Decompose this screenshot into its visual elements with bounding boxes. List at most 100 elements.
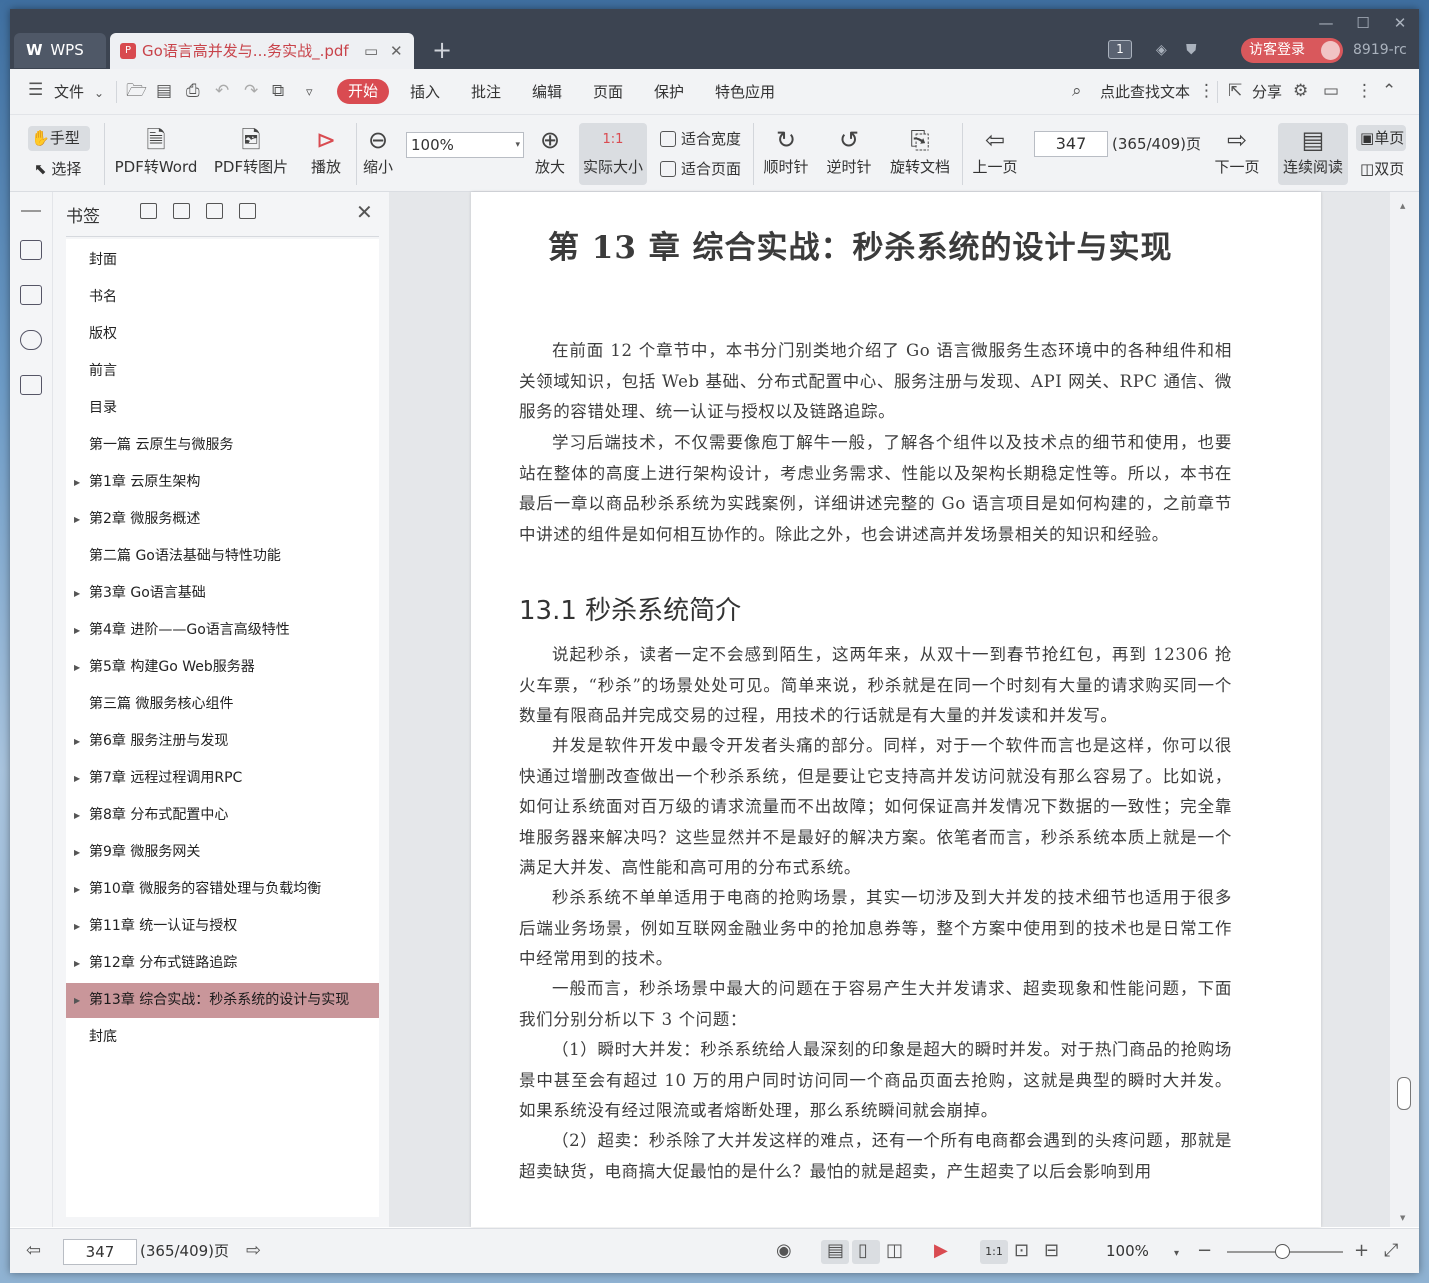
previous-page-icon[interactable]: ⇦: [26, 1240, 41, 1262]
play-slideshow-icon[interactable]: ▶: [934, 1240, 948, 1262]
comment-icon[interactable]: ▭: [1323, 81, 1339, 101]
menu-special[interactable]: 特色应用: [715, 82, 775, 102]
fit-width-button[interactable]: 适合宽度: [660, 129, 741, 149]
zoom-out-button[interactable]: ⊖ 缩小: [360, 123, 396, 177]
menu-page[interactable]: 页面: [593, 82, 623, 102]
expand-arrow-icon[interactable]: ▶: [74, 946, 80, 981]
expand-all-icon[interactable]: [140, 203, 157, 219]
fullscreen-icon[interactable]: ⤢: [1384, 1240, 1398, 1262]
save-icon[interactable]: ▤: [156, 81, 172, 101]
hand-tool-button[interactable]: ✋手型: [28, 126, 90, 151]
expand-arrow-icon[interactable]: ▶: [74, 502, 80, 537]
bookmark-item[interactable]: 封底: [66, 1020, 379, 1055]
collapse-ribbon-icon[interactable]: ⌃: [1382, 81, 1396, 101]
skin-icon[interactable]: ◈: [1156, 39, 1167, 61]
fit-width-status-icon[interactable]: ⊟: [1044, 1240, 1059, 1262]
bookmark-item[interactable]: 第二篇 Go语法基础与特性功能: [66, 539, 379, 574]
continuous-reading-button[interactable]: ▤ 连续阅读: [1278, 123, 1348, 185]
expand-arrow-icon[interactable]: ▶: [74, 761, 80, 796]
bookmark-item[interactable]: ▶ 第4章 进阶——Go语言高级特性: [66, 613, 379, 648]
expand-arrow-icon[interactable]: ▶: [74, 798, 80, 833]
bookmark-item[interactable]: 第一篇 云原生与微服务: [66, 428, 379, 463]
bookmark-item[interactable]: ▶ 第5章 构建Go Web服务器: [66, 650, 379, 685]
search-text-button[interactable]: 点此查找文本: [1100, 82, 1190, 102]
expand-arrow-icon[interactable]: ▶: [74, 724, 80, 759]
double-page-view-icon[interactable]: ◫: [886, 1240, 903, 1262]
collapse-all-icon[interactable]: [173, 203, 190, 219]
open-folder-icon[interactable]: 🗁: [126, 81, 147, 101]
bookmark-item[interactable]: 书名: [66, 280, 379, 315]
expand-arrow-icon[interactable]: ▶: [74, 465, 80, 500]
bookmark-item[interactable]: ▶ 第11章 统一认证与授权: [66, 909, 379, 944]
chevron-down-icon[interactable]: ⌄: [94, 83, 104, 103]
scroll-down-icon[interactable]: ▼: [1400, 1214, 1405, 1222]
undo-icon[interactable]: ↶: [215, 81, 229, 101]
more-dropdown-icon[interactable]: ▿: [306, 83, 313, 103]
bookmark-item[interactable]: ▶ 第13章 综合实战：秒杀系统的设计与实现: [66, 983, 379, 1018]
maximize-button[interactable]: ☐: [1346, 12, 1380, 34]
new-tab-button[interactable]: +: [432, 37, 452, 63]
bookmark-item[interactable]: ▶ 第2章 微服务概述: [66, 502, 379, 537]
redo-icon[interactable]: ↷: [244, 81, 258, 101]
document-viewport[interactable]: 第 13 章 综合实战：秒杀系统的设计与实现 在前面 12 个章节中，本书分门别…: [389, 192, 1419, 1227]
bookmark-item[interactable]: 前言: [66, 354, 379, 389]
bookmark-item[interactable]: 目录: [66, 391, 379, 426]
expand-arrow-icon[interactable]: ▶: [74, 835, 80, 870]
zoom-slider-knob[interactable]: [1275, 1244, 1290, 1259]
tab-monitor-icon[interactable]: ▭: [364, 33, 378, 69]
scroll-up-icon[interactable]: ▲: [1400, 202, 1405, 210]
settings-gear-icon[interactable]: ⚙: [1293, 81, 1308, 101]
next-page-icon[interactable]: ⇨: [246, 1240, 261, 1262]
vertical-scrollbar[interactable]: ▲ ▼: [1390, 192, 1419, 1227]
tab-wps-home[interactable]: W WPS: [14, 33, 106, 68]
zoom-dropdown-icon[interactable]: ▾: [1174, 1243, 1179, 1265]
share-icon[interactable]: ⇱: [1228, 81, 1242, 101]
next-page-button[interactable]: ⇨ 下一页: [1210, 123, 1264, 177]
search-icon[interactable]: ⌕: [1072, 81, 1082, 101]
bookmark-item[interactable]: ▶ 第8章 分布式配置中心: [66, 798, 379, 833]
tab-close-icon[interactable]: ✕: [390, 33, 403, 69]
bookmark-item[interactable]: ▶ 第1章 云原生架构: [66, 465, 379, 500]
minimize-button[interactable]: —: [1309, 12, 1343, 34]
bookmark-item[interactable]: ▶ 第3章 Go语言基础: [66, 576, 379, 611]
rotate-clockwise-button[interactable]: ↻ 顺时针: [760, 123, 812, 177]
bookmark-list-icon[interactable]: [20, 240, 42, 260]
scrollbar-thumb[interactable]: [1397, 1077, 1411, 1110]
fit-page-button[interactable]: 适合页面: [660, 159, 741, 179]
hamburger-icon[interactable]: ☰: [28, 80, 43, 100]
close-panel-icon[interactable]: ✕: [356, 200, 373, 224]
login-button[interactable]: 访客登录: [1241, 38, 1343, 63]
menu-file[interactable]: 文件: [54, 82, 84, 102]
expand-arrow-icon[interactable]: ▶: [74, 576, 80, 611]
expand-arrow-icon[interactable]: ▶: [74, 872, 80, 907]
bookmark-item[interactable]: 第三篇 微服务核心组件: [66, 687, 379, 722]
pdf-to-image-button[interactable]: 🖻 PDF转图片: [210, 123, 292, 177]
menu-insert[interactable]: 插入: [410, 82, 440, 102]
expand-arrow-icon[interactable]: ▶: [74, 613, 80, 648]
signature-icon[interactable]: [20, 375, 42, 395]
more-icon[interactable]: ⋮: [1356, 81, 1373, 101]
bookmark-item[interactable]: ▶ 第10章 微服务的容错处理与负载均衡: [66, 872, 379, 907]
zoom-select[interactable]: 100% ▾: [406, 132, 524, 158]
menu-protect[interactable]: 保护: [654, 82, 684, 102]
tab-document[interactable]: P Go语言高并发与...务实战_.pdf ▭ ✕: [110, 33, 414, 69]
single-page-button[interactable]: ▣单页: [1356, 125, 1406, 151]
annotation-icon[interactable]: [20, 330, 42, 350]
rotate-document-button[interactable]: ⎘ 旋转文档: [886, 123, 954, 177]
kebab-icon[interactable]: ⋮: [1198, 81, 1215, 101]
close-window-button[interactable]: ✕: [1383, 12, 1417, 34]
play-button[interactable]: ⊳ 播放: [304, 123, 348, 177]
menu-edit[interactable]: 编辑: [532, 82, 562, 102]
export-icon[interactable]: ⧉: [272, 81, 284, 101]
previous-page-button[interactable]: ⇦ 上一页: [968, 123, 1022, 177]
actual-size-button[interactable]: 1:1 实际大小: [579, 123, 647, 185]
shirt-icon[interactable]: ⛊: [1186, 39, 1197, 61]
thumbnail-image-icon[interactable]: [20, 285, 42, 305]
bookmark-item[interactable]: ▶ 第6章 服务注册与发现: [66, 724, 379, 759]
double-page-button[interactable]: ◫双页: [1360, 159, 1406, 179]
menu-annotate[interactable]: 批注: [471, 82, 501, 102]
expand-arrow-icon[interactable]: ▶: [74, 983, 80, 1018]
expand-arrow-icon[interactable]: ▶: [74, 650, 80, 685]
pdf-to-word-button[interactable]: 🗎 PDF转Word: [112, 123, 200, 177]
fit-page-status-icon[interactable]: ⊡: [1014, 1240, 1029, 1262]
